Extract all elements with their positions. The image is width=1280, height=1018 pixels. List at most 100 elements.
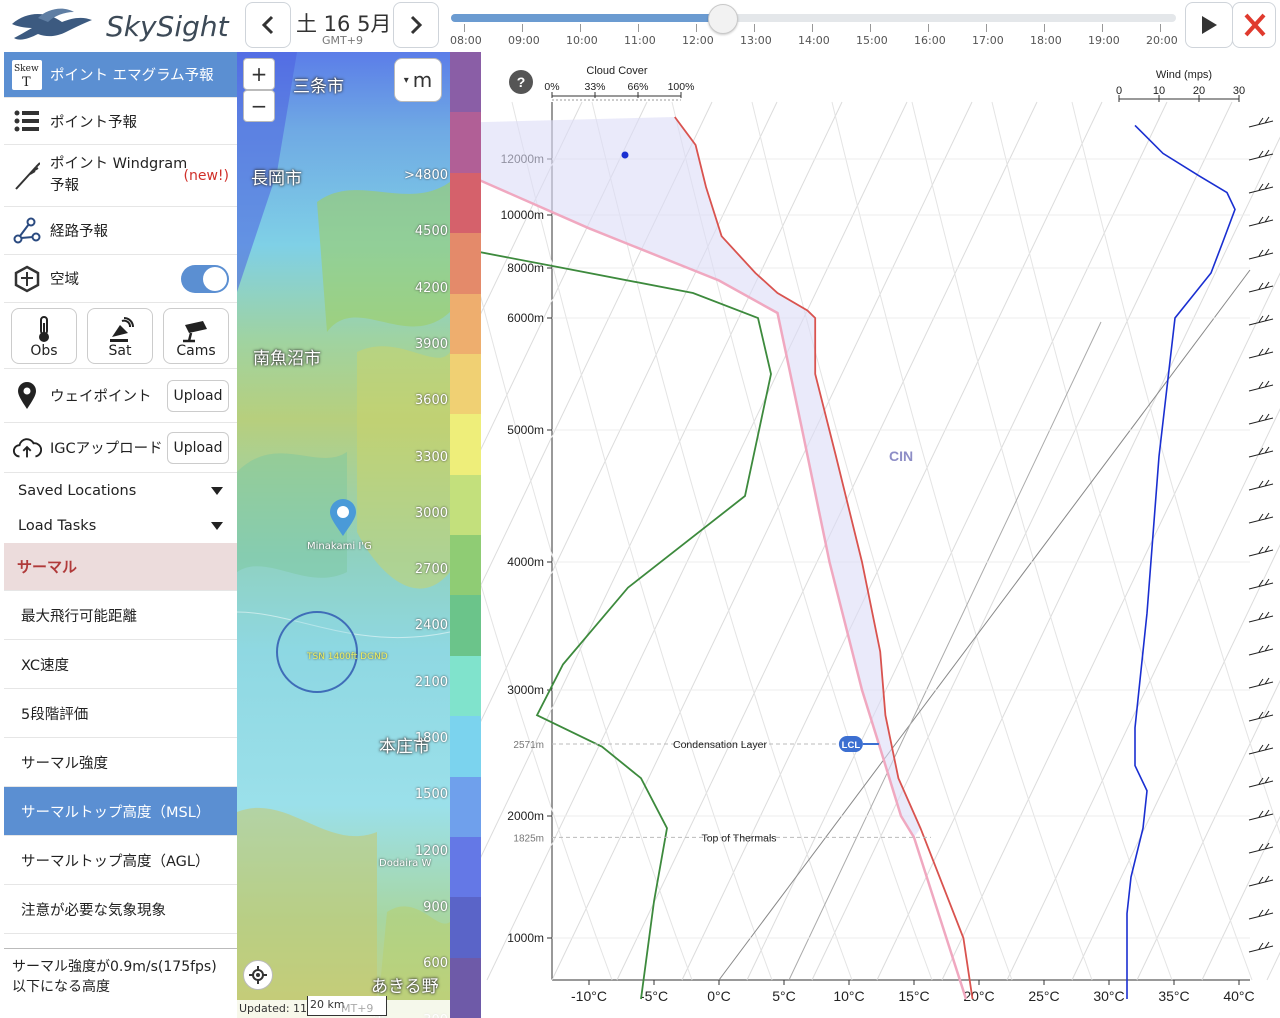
sidebar-item-route[interactable]: 経路予報 (4, 207, 237, 255)
condensation-label: Condensation Layer (673, 739, 767, 751)
cams-label: Cams (176, 343, 216, 359)
svg-text:T: T (22, 75, 31, 90)
wind-tick-label: 30 (1233, 85, 1245, 97)
locate-button[interactable] (243, 960, 273, 990)
wind-barb-icon (1248, 512, 1274, 524)
unit-button[interactable]: ▾ m (394, 58, 442, 102)
layer-item-label: サーマルトップ高度（MSL） (21, 804, 211, 821)
sidebar-item-waypoint[interactable]: ウェイポイント Upload (4, 369, 237, 423)
time-tick-label: 10:00 (566, 34, 598, 47)
time-tick-mark (986, 24, 987, 32)
color-scale-segment (450, 112, 481, 174)
scale-value-label: 900 (423, 899, 448, 915)
wind-barb-icon (1248, 347, 1274, 359)
time-tick-label: 08:00 (450, 34, 482, 47)
unit-label: m (412, 68, 433, 92)
color-scale-segment (450, 353, 481, 416)
toggle-knob (203, 266, 227, 291)
skewt-chart: 12000m10000m8000m6000m5000m4000m3000m200… (481, 52, 1280, 1018)
time-tick-label: 15:00 (856, 34, 888, 47)
chevron-down-icon: ▾ (403, 74, 409, 86)
time-tick-label: 19:00 (1088, 34, 1120, 47)
time-tick-mark (1044, 24, 1045, 32)
time-slider[interactable] (451, 4, 1176, 34)
y-tick-label: 5000m (507, 423, 544, 437)
color-scale-segment (450, 957, 481, 1018)
satellite-icon (110, 317, 134, 342)
load-tasks-dropdown[interactable]: Load Tasks (4, 509, 237, 543)
layer-item[interactable]: サーマルトップ高度（MSL） (4, 787, 237, 836)
time-tick-label: 17:00 (972, 34, 1004, 47)
scale-value-label: 1500 (414, 787, 448, 803)
time-tick-mark (580, 24, 581, 32)
sidebar-item-airspace[interactable]: 空域 (4, 255, 237, 303)
y-tick-label: 6000m (507, 311, 544, 325)
y-tick-label: 3000m (507, 683, 544, 697)
cams-tile[interactable]: Cams (163, 308, 229, 364)
layer-item-label: 注意が必要な気象現象 (21, 902, 166, 919)
layer-item[interactable]: サーマル強度 (4, 738, 237, 787)
y-tick-label: 10000m (501, 208, 544, 222)
wind-barb-icon (1248, 281, 1274, 293)
play-button[interactable] (1185, 2, 1233, 48)
wind-barb-icon (1248, 248, 1274, 260)
section-thermal[interactable]: サーマル (4, 543, 237, 591)
layer-item[interactable]: XC速度 (4, 640, 237, 689)
skysight-logo[interactable]: SkySight (8, 4, 240, 48)
sidebar-item-point-forecast[interactable]: ポイント予報 (4, 98, 237, 145)
obs-tile[interactable]: Obs (11, 308, 77, 364)
wind-title: Wind (mps) (1156, 69, 1212, 81)
layer-item[interactable]: 注意が必要な気象現象 (4, 885, 237, 934)
zoom-in-button[interactable]: + (243, 58, 275, 90)
sidebar-item-windgram[interactable]: ポイント Windgram 予報 (new!) (4, 145, 237, 207)
layer-item[interactable]: 最大飛行可能距離 (4, 591, 237, 640)
y-tick-label: 1000m (507, 931, 544, 945)
close-button[interactable] (1232, 2, 1276, 48)
waypoint-upload-button[interactable]: Upload (167, 379, 229, 412)
saved-locations-dropdown[interactable]: Saved Locations (4, 473, 237, 509)
pin-icon (12, 381, 42, 411)
thermal-top-label: Top of Thermals (701, 832, 776, 844)
sidebar-item-skewt[interactable]: Skew T ポイント エマグラム予報 (4, 52, 237, 98)
play-icon (1202, 16, 1217, 34)
wind-barb-icon (1248, 908, 1274, 920)
map-footer: Updated: 11 20 km MT+9 (237, 996, 450, 1018)
map-panel[interactable]: + − ▾m 三条市 長岡市 南魚沼市 本庄市 あきる野市 Minakami I… (237, 52, 450, 1018)
chevron-down-icon (211, 487, 223, 495)
windgram-icon (12, 161, 42, 191)
airspace-toggle[interactable] (181, 264, 229, 293)
zoom-out-button[interactable]: − (243, 90, 275, 122)
layer-item[interactable]: 5段階評価 (4, 689, 237, 738)
next-day-button[interactable] (393, 2, 439, 48)
color-scale-segment (450, 233, 481, 295)
scale-value-label: 1200 (414, 843, 448, 859)
time-slider-fill (451, 14, 723, 22)
color-scale (450, 52, 481, 1018)
lcl-label: LCL (842, 740, 861, 751)
time-slider-handle[interactable] (707, 4, 738, 34)
location-pin-icon[interactable] (328, 498, 358, 538)
time-tick-label: 09:00 (508, 34, 540, 47)
layer-item-label: サーマルトップ高度（AGL） (21, 853, 210, 870)
scale-value-label: 3000 (414, 505, 448, 521)
city-label: 三条市 (293, 77, 344, 97)
wind-tick-label: 20 (1193, 85, 1205, 97)
skewt-svg: 12000m10000m8000m6000m5000m4000m3000m200… (481, 65, 1280, 1004)
layer-item[interactable]: サーマルトップ高度（AGL） (4, 836, 237, 885)
waypoint-label: ウェイポイント (50, 389, 152, 405)
scale-value-label: 3300 (414, 449, 448, 465)
igc-upload-button[interactable]: Upload (167, 431, 229, 464)
thermal-top-height-label: 1825m (513, 833, 544, 844)
sidebar-item-igc[interactable]: IGCアップロード Upload (4, 423, 237, 473)
prev-day-button[interactable] (245, 2, 291, 48)
wind-barb-icon (1248, 182, 1274, 194)
layer-item-label: 最大飛行可能距離 (21, 608, 137, 625)
wind-barb-icon (1248, 743, 1274, 755)
wind-barb-icon (1248, 710, 1274, 722)
color-scale-segment (450, 776, 481, 838)
sat-tile[interactable]: Sat (87, 308, 153, 364)
scale-value-label: 4500 (414, 224, 448, 240)
chevron-down-icon (211, 522, 223, 530)
wind-barb-icon (1248, 611, 1274, 623)
time-tick-mark (522, 24, 523, 32)
